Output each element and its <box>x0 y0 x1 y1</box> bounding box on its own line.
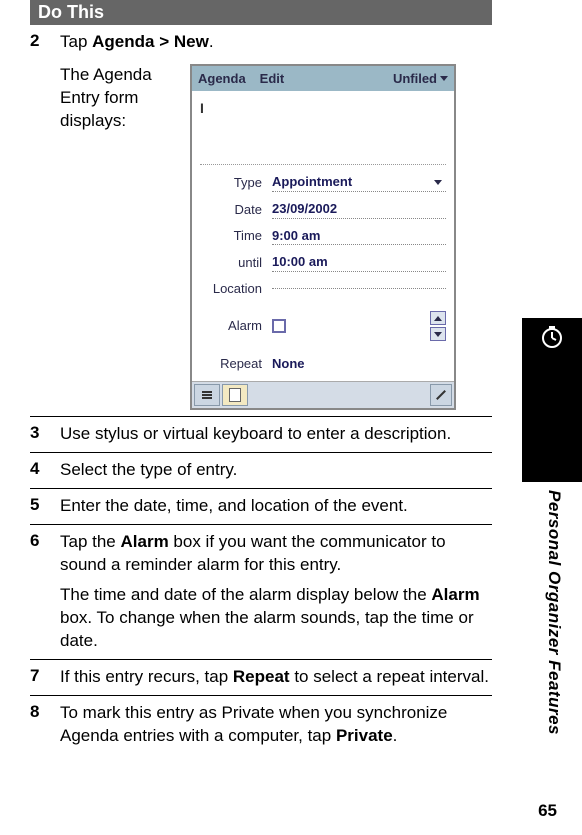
description-input[interactable]: I <box>200 99 446 165</box>
step-number: 6 <box>30 531 60 551</box>
date-label: Date <box>200 201 272 219</box>
step-4-text: Select the type of entry. <box>60 459 492 482</box>
scroll-up-button[interactable] <box>430 311 446 325</box>
step-number: 8 <box>30 702 60 722</box>
step-8: 8 To mark this entry as Private when you… <box>30 696 492 754</box>
document-icon <box>229 388 241 402</box>
step-7-bold: Repeat <box>233 667 290 686</box>
step-6-p2-pre: The time and date of the alarm display b… <box>60 585 431 604</box>
step-number: 2 <box>30 31 60 51</box>
step-6-p2-bold: Alarm <box>431 585 479 604</box>
step-3-text: Use stylus or virtual keyboard to enter … <box>60 423 492 446</box>
list-view-tab[interactable] <box>194 384 220 406</box>
until-label: until <box>200 254 272 272</box>
step-5: 5 Enter the date, time, and location of … <box>30 489 492 524</box>
repeat-label: Repeat <box>200 355 272 373</box>
type-value: Appointment <box>272 173 352 191</box>
step-number: 7 <box>30 666 60 686</box>
category-label: Unfiled <box>393 70 437 88</box>
date-field[interactable]: 23/09/2002 <box>272 200 446 219</box>
step-2: 2 Tap Agenda > New. The Agenda Entry for… <box>30 25 492 416</box>
step-6-p1-bold: Alarm <box>121 532 169 551</box>
alarm-row <box>272 311 446 341</box>
step-2-para: The Agenda Entry form displays: <box>60 64 170 133</box>
step-number: 5 <box>30 495 60 515</box>
until-field[interactable]: 10:00 am <box>272 253 446 272</box>
date-value: 23/09/2002 <box>272 200 337 218</box>
step-5-text: Enter the date, time, and location of th… <box>60 495 492 518</box>
repeat-value: None <box>272 355 305 373</box>
step-3: 3 Use stylus or virtual keyboard to ente… <box>30 417 492 452</box>
step-number: 3 <box>30 423 60 443</box>
organizer-icon <box>539 324 565 350</box>
step-6-p1-pre: Tap the <box>60 532 121 551</box>
chevron-up-icon <box>434 316 442 321</box>
step-8-post: . <box>393 726 398 745</box>
step-2-suffix: . <box>209 32 214 51</box>
step-4: 4 Select the type of entry. <box>30 453 492 488</box>
repeat-field[interactable]: None <box>272 355 446 373</box>
screenshot-toolbar <box>192 381 454 408</box>
screenshot-titlebar: Agenda Edit Unfiled <box>192 66 454 92</box>
step-7: 7 If this entry recurs, tap Repeat to se… <box>30 660 492 695</box>
alarm-label: Alarm <box>200 317 272 335</box>
step-7-post: to select a repeat interval. <box>290 667 489 686</box>
location-field[interactable] <box>272 288 446 289</box>
menu-edit[interactable]: Edit <box>260 70 285 88</box>
alarm-checkbox[interactable] <box>272 319 286 333</box>
step-7-pre: If this entry recurs, tap <box>60 667 233 686</box>
time-label: Time <box>200 227 272 245</box>
menu-agenda[interactable]: Agenda <box>198 70 246 88</box>
chevron-down-icon <box>434 332 442 337</box>
section-header: Do This <box>30 0 492 25</box>
location-label: Location <box>200 280 272 298</box>
step-8-bold: Private <box>336 726 393 745</box>
type-label: Type <box>200 174 272 192</box>
device-screenshot: Agenda Edit Unfiled I Type <box>190 64 456 410</box>
type-dropdown[interactable]: Appointment <box>272 173 446 192</box>
time-value: 9:00 am <box>272 227 320 245</box>
step-2-prefix: Tap <box>60 32 92 51</box>
sidebar-section-label: Personal Organizer Features <box>544 490 564 735</box>
step-number: 4 <box>30 459 60 479</box>
pencil-icon <box>436 390 446 400</box>
step-6-p2-post: box. To change when the alarm sounds, ta… <box>60 608 474 650</box>
category-dropdown[interactable]: Unfiled <box>393 70 448 88</box>
time-field[interactable]: 9:00 am <box>272 227 446 246</box>
entry-view-tab[interactable] <box>222 384 248 406</box>
page-number: 65 <box>538 801 557 821</box>
until-value: 10:00 am <box>272 253 328 271</box>
step-6: 6 Tap the Alarm box if you want the comm… <box>30 525 492 660</box>
list-icon <box>202 391 212 399</box>
chevron-down-icon <box>440 76 448 81</box>
chevron-down-icon <box>434 180 442 185</box>
step-2-bold: Agenda > New <box>92 32 209 51</box>
edit-button[interactable] <box>430 384 452 406</box>
section-tab <box>522 318 582 482</box>
scroll-down-button[interactable] <box>430 327 446 341</box>
